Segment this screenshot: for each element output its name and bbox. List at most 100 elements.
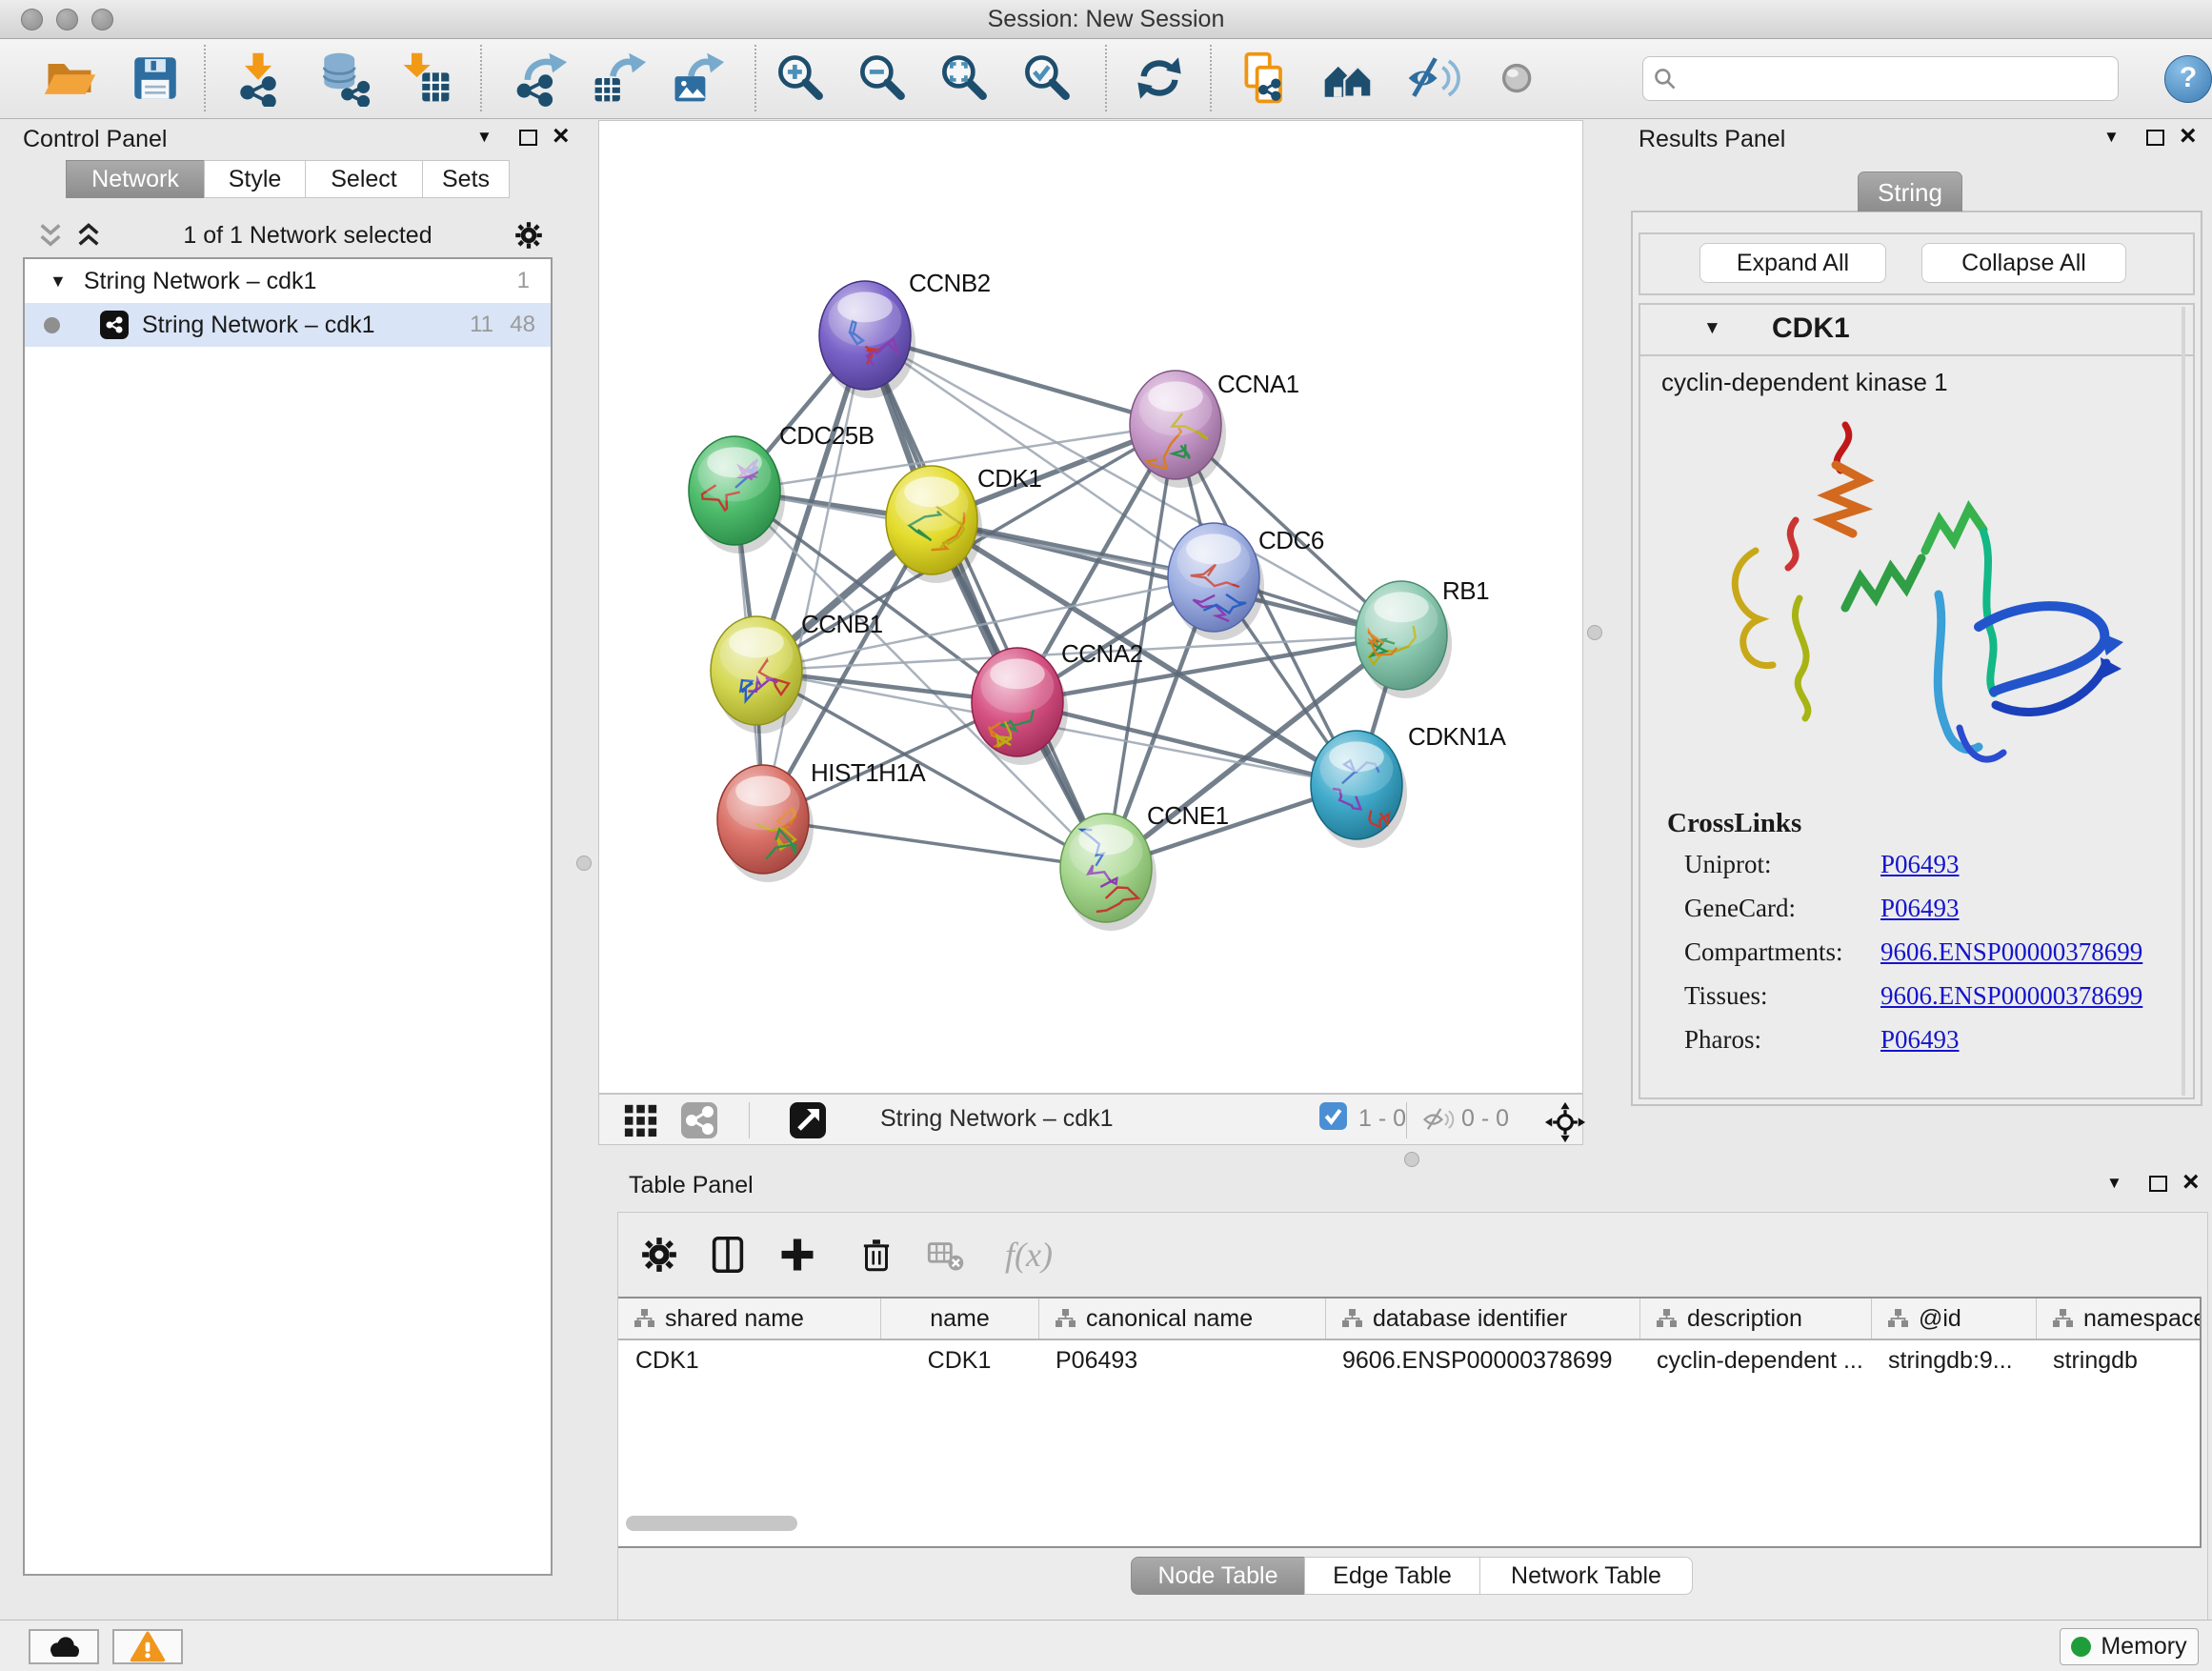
tab-string[interactable]: String: [1858, 171, 1962, 211]
zoom-out-button[interactable]: [851, 47, 914, 110]
table-cell[interactable]: stringdb: [2036, 1340, 2202, 1380]
float-panel-icon[interactable]: [519, 130, 537, 146]
string-network-graph[interactable]: CCNB2CCNA1CDC25BCDK1CDC6RB1CCNB1CCNA2CDK…: [599, 121, 1582, 1093]
zoom-in-button[interactable]: [769, 47, 832, 110]
column-header-canonical-name[interactable]: canonical name: [1038, 1299, 1325, 1339]
export-table-button[interactable]: [587, 47, 650, 110]
function-builder-button[interactable]: f(x): [986, 1224, 1072, 1285]
float-panel-icon[interactable]: [2149, 1176, 2167, 1192]
bottom-splitter-handle[interactable]: [1404, 1152, 1419, 1167]
collapse-panel-icon[interactable]: ▼: [2106, 1174, 2122, 1193]
node-cdkn1a[interactable]: [1311, 731, 1407, 848]
network-row[interactable]: String Network – cdk1 11 48: [25, 303, 551, 347]
hidden-toggle[interactable]: [1420, 1101, 1455, 1136]
delete-table-button[interactable]: [915, 1224, 978, 1285]
birdseye-view-button[interactable]: [789, 1101, 827, 1139]
warning-status-button[interactable]: [112, 1629, 183, 1664]
tab-node-table[interactable]: Node Table: [1131, 1557, 1305, 1595]
results-scrollbar[interactable]: [2182, 307, 2185, 1096]
fit-selected-button[interactable]: [1544, 1101, 1586, 1143]
right-splitter-handle[interactable]: [1587, 625, 1602, 640]
add-column-button[interactable]: [766, 1224, 829, 1285]
zoom-selected-button[interactable]: [1016, 47, 1078, 110]
node-ccnb1[interactable]: [711, 616, 807, 734]
collapse-panel-icon[interactable]: ▼: [476, 128, 493, 147]
string-home-button[interactable]: [1317, 47, 1380, 110]
delete-column-button[interactable]: [845, 1224, 908, 1285]
column-header-database-identifier[interactable]: database identifier: [1325, 1299, 1639, 1339]
left-splitter-handle[interactable]: [576, 856, 592, 871]
crosslink-link[interactable]: P06493: [1880, 850, 1960, 879]
zoom-fit-button[interactable]: [933, 47, 995, 110]
node-ccne1[interactable]: [1060, 814, 1156, 931]
table-hscrollbar-thumb[interactable]: [626, 1516, 797, 1531]
selected-checkbox[interactable]: [1318, 1101, 1348, 1131]
edge-CDK1-RB1[interactable]: [932, 520, 1401, 635]
save-session-button[interactable]: [124, 47, 187, 110]
node-hist1h1a[interactable]: [717, 765, 814, 882]
search-input[interactable]: [1685, 65, 2118, 93]
open-session-button[interactable]: [38, 47, 101, 110]
network-collection-row[interactable]: ▼ String Network – cdk1 1: [25, 259, 551, 303]
column-header-description[interactable]: description: [1639, 1299, 1871, 1339]
export-image-button[interactable]: [665, 47, 728, 110]
tree-expander-icon[interactable]: ▼: [50, 272, 67, 292]
collapse-all-icon[interactable]: [74, 222, 103, 249]
column-header-shared-name[interactable]: shared name: [618, 1299, 880, 1339]
expand-all-icon[interactable]: [36, 222, 65, 249]
table-cell[interactable]: CDK1: [618, 1340, 880, 1380]
crosslink-link[interactable]: P06493: [1880, 1025, 1960, 1055]
edge-CCNA2-CDKN1A[interactable]: [1017, 702, 1357, 785]
table-cell[interactable]: P06493: [1038, 1340, 1325, 1380]
column-header-namespace[interactable]: namespace: [2036, 1299, 2202, 1339]
network-share-button[interactable]: [680, 1101, 718, 1139]
table-cell[interactable]: stringdb:9...: [1871, 1340, 2036, 1380]
close-panel-icon[interactable]: ×: [2182, 1173, 2200, 1192]
close-panel-icon[interactable]: ×: [553, 127, 570, 146]
search-field[interactable]: [1642, 56, 2119, 101]
crosslink-link[interactable]: 9606.ENSP00000378699: [1880, 937, 2142, 967]
import-database-button[interactable]: [312, 47, 374, 110]
refresh-button[interactable]: [1128, 47, 1191, 110]
help-button[interactable]: ?: [2164, 55, 2212, 103]
table-cell[interactable]: cyclin-dependent ...: [1639, 1340, 1871, 1380]
import-network-button[interactable]: [227, 47, 290, 110]
tab-style[interactable]: Style: [204, 160, 306, 198]
tab-edge-table[interactable]: Edge Table: [1304, 1557, 1480, 1595]
collapse-section-icon[interactable]: ▼: [1703, 318, 1721, 339]
node-cdc6[interactable]: [1168, 523, 1264, 640]
table-cell[interactable]: CDK1: [880, 1340, 1038, 1380]
preview-eye-button[interactable]: [1486, 47, 1549, 110]
expand-all-button[interactable]: Expand All: [1699, 243, 1886, 283]
grid-view-button[interactable]: [623, 1101, 659, 1137]
crosslink-link[interactable]: 9606.ENSP00000378699: [1880, 981, 2142, 1011]
node-rb1[interactable]: [1356, 581, 1452, 698]
node-cdc25b[interactable]: [689, 436, 785, 554]
table-cell[interactable]: 9606.ENSP00000378699: [1325, 1340, 1639, 1380]
cloud-status-button[interactable]: [29, 1629, 99, 1664]
tab-select[interactable]: Select: [305, 160, 423, 198]
edge-HIST1H1A-CCNE1[interactable]: [763, 819, 1106, 868]
show-columns-button[interactable]: [696, 1224, 759, 1285]
memory-button[interactable]: Memory: [2060, 1628, 2199, 1665]
collapse-panel-icon[interactable]: ▼: [2103, 128, 2120, 147]
node-cdk1[interactable]: [886, 466, 982, 583]
clone-documents-button[interactable]: [1235, 47, 1297, 110]
node-table[interactable]: shared namenamecanonical namedatabase id…: [618, 1297, 2202, 1548]
tab-network[interactable]: Network: [66, 160, 205, 198]
table-settings-button[interactable]: [628, 1224, 691, 1285]
column-header-name[interactable]: name: [880, 1299, 1038, 1339]
tab-network-table[interactable]: Network Table: [1479, 1557, 1693, 1595]
edge-CCNB2-CCNE1[interactable]: [865, 335, 1106, 868]
column-header--id[interactable]: @id: [1871, 1299, 2036, 1339]
crosslink-link[interactable]: P06493: [1880, 894, 1960, 923]
close-panel-icon[interactable]: ×: [2180, 127, 2197, 146]
table-row[interactable]: CDK1CDK1P064939606.ENSP00000378699cyclin…: [618, 1340, 2200, 1380]
import-table-button[interactable]: [394, 47, 457, 110]
tab-sets[interactable]: Sets: [422, 160, 510, 198]
node-ccna1[interactable]: [1130, 371, 1226, 488]
gear-icon[interactable]: [513, 219, 545, 252]
protein-header-row[interactable]: ▼ CDK1: [1640, 305, 2193, 356]
network-canvas[interactable]: CCNB2CCNA1CDC25BCDK1CDC6RB1CCNB1CCNA2CDK…: [598, 120, 1583, 1094]
hide-eye-button[interactable]: [1400, 47, 1463, 110]
